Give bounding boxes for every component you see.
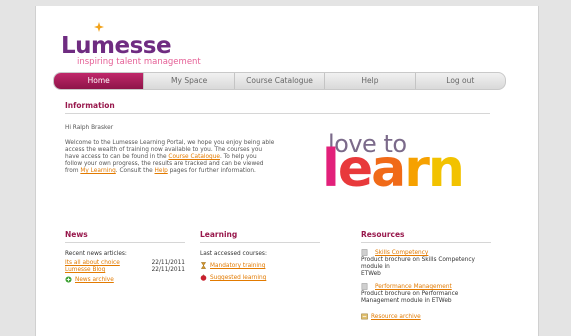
resource-item: Performance Management Product brochure … (361, 283, 459, 304)
resources-title: Resources (361, 230, 405, 239)
learning-item[interactable]: Suggested learning (200, 274, 266, 282)
resource-item: Skills Competency Product brochure on Sk… (361, 249, 475, 277)
document-icon (361, 249, 368, 256)
nav-my-space[interactable]: My Space (144, 73, 235, 89)
nav-help[interactable]: Help (325, 73, 416, 89)
resources-list: Skills Competency Product brochure on Sk… (361, 249, 496, 321)
hourglass-icon (200, 262, 207, 269)
learning-divider (200, 242, 320, 243)
page-container: Lumesse inspiring talent management Home… (35, 6, 539, 336)
news-archive[interactable]: News archive (65, 276, 185, 284)
resource-link[interactable]: Performance Management (375, 284, 452, 290)
nav-home[interactable]: Home (54, 73, 145, 89)
greeting: Hi Ralph Brasker (65, 125, 114, 131)
nav-log-out[interactable]: Log out (416, 73, 505, 89)
news-item: Its all about choice 22/11/2011 (65, 260, 185, 267)
logo-tagline: inspiring talent management (77, 57, 201, 67)
logo[interactable]: Lumesse (61, 33, 172, 59)
resource-archive[interactable]: Resource archive (361, 313, 496, 321)
learning-title: Learning (200, 230, 238, 239)
information-title: Information (65, 101, 115, 110)
information-divider (65, 113, 490, 114)
news-subtitle: Recent news articles: (65, 251, 127, 257)
banner-learn: learn (322, 139, 465, 199)
my-learning-link[interactable]: My Learning (80, 168, 115, 174)
news-item-date: 22/11/2011 (151, 260, 185, 266)
news-list: Its all about choice 22/11/2011 Lumesse … (65, 260, 185, 284)
news-item-link[interactable]: Its all about choice (65, 260, 120, 267)
news-divider (65, 242, 185, 243)
news-item-link[interactable]: Lumesse Blog (65, 267, 105, 274)
archive-icon (361, 313, 368, 320)
banner-letter: e (337, 139, 373, 199)
nav-course-catalogue[interactable]: Course Catalogue (235, 73, 326, 89)
news-archive-icon (65, 276, 72, 283)
main-nav: Home My Space Course Catalogue Help Log … (53, 72, 506, 90)
document-icon (361, 283, 368, 290)
course-catalogue-link[interactable]: Course Catalogue (168, 154, 220, 160)
banner-letter: n (427, 139, 465, 199)
banner-letter: r (404, 139, 430, 199)
news-title: News (65, 230, 88, 239)
learning-subtitle: Last accessed courses: (200, 251, 267, 257)
news-item-date: 22/11/2011 (151, 267, 185, 273)
learning-item[interactable]: Mandatory training (200, 262, 266, 270)
apple-icon (200, 274, 207, 281)
banner-letter: a (371, 139, 406, 199)
logo-star-icon (94, 22, 104, 32)
help-link[interactable]: Help (155, 168, 168, 174)
welcome-text: Welcome to the Lumesse Learning Portal, … (65, 140, 275, 174)
news-item: Lumesse Blog 22/11/2011 (65, 267, 185, 274)
banner-letter: l (322, 139, 340, 199)
resource-link[interactable]: Skills Competency (375, 250, 428, 256)
resources-divider (361, 242, 491, 243)
learning-list: Mandatory training Suggested learning (200, 262, 266, 282)
